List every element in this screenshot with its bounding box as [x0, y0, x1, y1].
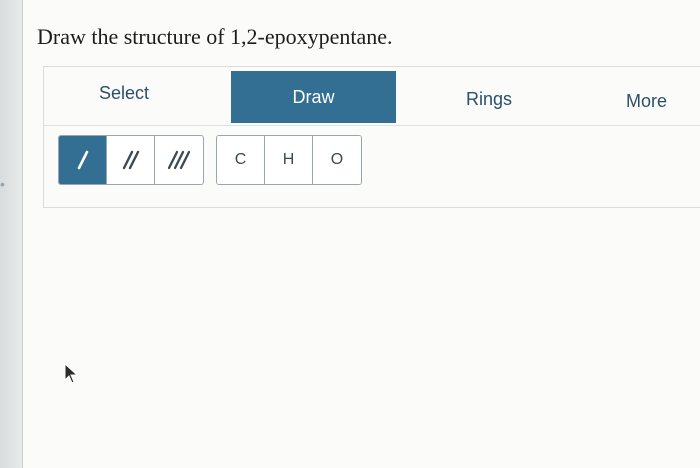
tab-select[interactable]: Select — [74, 67, 174, 119]
bond-tool-group — [58, 135, 204, 185]
atom-carbon-label: C — [234, 151, 247, 168]
left-window-strip — [0, 0, 22, 468]
double-bond-button[interactable] — [107, 136, 155, 184]
tab-rings[interactable]: Rings — [434, 73, 544, 125]
editor-tabbar: Select Draw Rings More — [44, 67, 700, 126]
atom-tool-group: C H O — [216, 135, 362, 185]
tab-draw[interactable]: Draw — [231, 71, 396, 123]
structure-editor: Select Draw Rings More C H O — [43, 66, 700, 208]
single-bond-button[interactable] — [59, 136, 107, 184]
triple-bond-button[interactable] — [155, 136, 203, 184]
question-page: Draw the structure of 1,2-epoxypentane. … — [22, 0, 700, 468]
atom-hydrogen-label: H — [282, 151, 295, 168]
atom-hydrogen-button[interactable]: H — [265, 136, 313, 184]
double-bond-icon — [122, 150, 139, 170]
tab-more[interactable]: More — [599, 75, 694, 127]
bullet-icon: • — [0, 176, 5, 192]
triple-bond-icon — [167, 150, 191, 170]
question-text: Draw the structure of 1,2-epoxypentane. — [37, 24, 393, 49]
mouse-cursor-icon — [64, 362, 79, 384]
single-bond-icon — [77, 150, 88, 170]
atom-oxygen-button[interactable]: O — [313, 136, 361, 184]
atom-carbon-button[interactable]: C — [217, 136, 265, 184]
atom-oxygen-label: O — [330, 151, 344, 168]
